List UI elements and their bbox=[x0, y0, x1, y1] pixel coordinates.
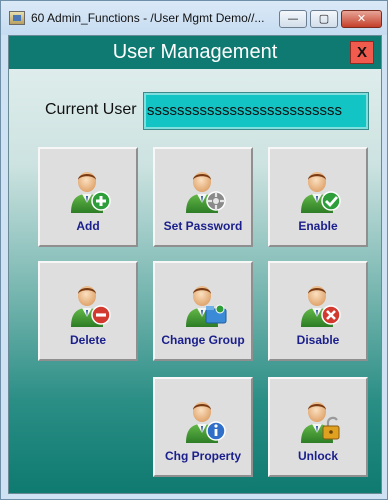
user-disable-icon bbox=[301, 286, 341, 327]
disable-user-button[interactable]: Disable bbox=[268, 261, 368, 361]
user-delete-icon bbox=[71, 286, 111, 327]
app-window: 60 Admin_Functions - /User Mgmt Demo//..… bbox=[0, 0, 388, 500]
chg-property-label: Chg Property bbox=[164, 449, 241, 463]
disable-user-label: Disable bbox=[296, 333, 340, 347]
window-close-button[interactable]: ✕ bbox=[341, 10, 382, 28]
set-password-button[interactable]: Set Password bbox=[153, 147, 253, 247]
change-group-button[interactable]: Change Group bbox=[153, 261, 253, 361]
header-bar: User Management X bbox=[9, 36, 381, 69]
set-password-label: Set Password bbox=[163, 219, 243, 233]
add-user-label: Add bbox=[76, 219, 100, 233]
page-title: User Management bbox=[112, 41, 278, 63]
user-enable-icon bbox=[301, 172, 341, 213]
enable-user-label: Enable bbox=[298, 219, 338, 233]
user-property-icon bbox=[186, 402, 226, 443]
delete-user-label: Delete bbox=[69, 333, 107, 347]
unlock-user-label: Unlock bbox=[297, 449, 338, 463]
delete-user-button[interactable]: Delete bbox=[38, 261, 138, 361]
user-unlock-icon bbox=[301, 402, 340, 443]
add-user-button[interactable]: Add bbox=[38, 147, 138, 247]
client-area: User Management X Current User sssssssss… bbox=[8, 35, 382, 494]
maximize-button[interactable]: ▢ bbox=[310, 10, 338, 28]
user-add-icon bbox=[71, 172, 111, 213]
app-icon bbox=[9, 11, 25, 25]
current-user-label: Current User bbox=[45, 101, 137, 118]
window-title: 60 Admin_Functions - /User Mgmt Demo//..… bbox=[31, 11, 265, 25]
enable-user-button[interactable]: Enable bbox=[268, 147, 368, 247]
minimize-button[interactable]: — bbox=[279, 10, 307, 28]
chg-property-button[interactable]: Chg Property bbox=[153, 377, 253, 477]
unlock-user-button[interactable]: Unlock bbox=[268, 377, 368, 477]
close-panel-button[interactable]: X bbox=[350, 41, 374, 64]
title-bar: 60 Admin_Functions - /User Mgmt Demo//..… bbox=[1, 1, 387, 35]
user-set-password-icon bbox=[186, 172, 226, 213]
current-user-field[interactable]: ssssssssssssssssssssssssss bbox=[143, 92, 369, 130]
user-change-group-icon bbox=[186, 286, 227, 327]
change-group-label: Change Group bbox=[161, 333, 245, 347]
